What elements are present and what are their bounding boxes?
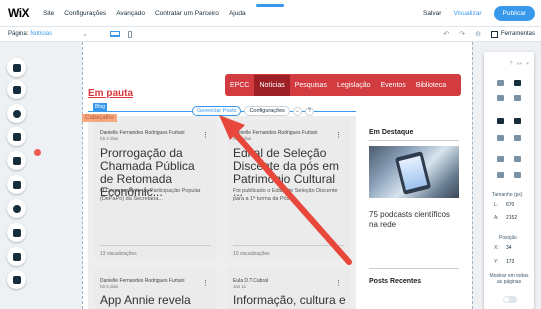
annotation-arrow bbox=[219, 115, 352, 265]
arrow-shaft bbox=[229, 127, 352, 265]
